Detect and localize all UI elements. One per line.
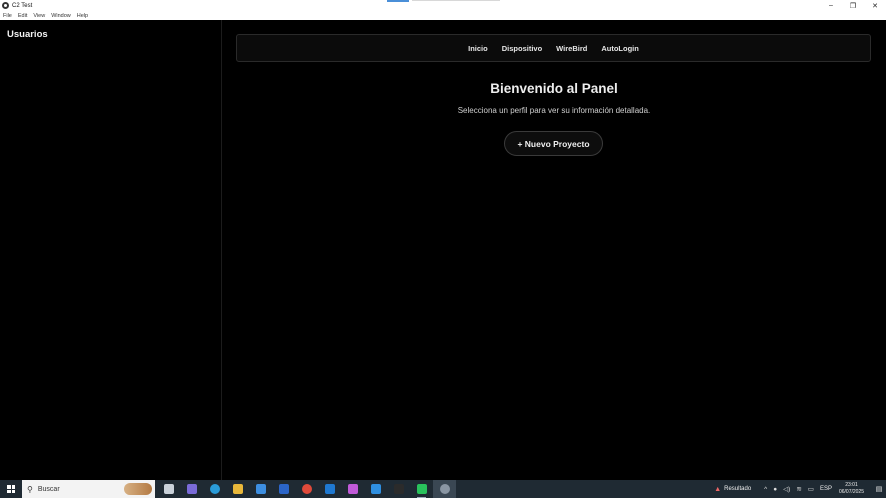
taskbar-apps	[157, 480, 456, 498]
close-button[interactable]: ✕	[864, 0, 886, 11]
nav-dispositivo[interactable]: Dispositivo	[502, 44, 542, 53]
word-icon	[278, 484, 289, 494]
start-button[interactable]	[0, 480, 22, 498]
terminal-icon	[393, 484, 404, 494]
taskbar-app[interactable]	[364, 480, 387, 498]
window-controls: – ❐ ✕	[820, 0, 886, 11]
notification-icon[interactable]: ▤	[872, 480, 886, 498]
chrome-icon	[301, 484, 312, 494]
whatsapp-icon	[416, 484, 427, 494]
restore-button[interactable]: ❐	[842, 0, 864, 11]
sidebar-title: Usuarios	[7, 29, 48, 40]
main-panel: Inicio Dispositivo WireBird AutoLogin Bi…	[222, 20, 886, 480]
title-highlight	[387, 0, 409, 2]
store-icon	[255, 484, 266, 494]
new-project-button[interactable]: + Nuevo Proyecto	[504, 131, 603, 156]
taskbar-search[interactable]: ⚲ Buscar	[22, 480, 155, 498]
taskbar-app[interactable]	[157, 480, 180, 498]
taskbar-app[interactable]	[341, 480, 364, 498]
menu-window[interactable]: Window	[51, 13, 71, 19]
minimize-button[interactable]: –	[820, 0, 842, 11]
page-subtitle: Selecciona un perfil para ver su informa…	[457, 106, 651, 115]
clock[interactable]: 23:01 06/07/2025	[839, 482, 864, 496]
system-tray: ▲ Resultado ^ ● ◁) ≋ ▭ ESP 23:01 06/07/2…	[714, 480, 886, 498]
title-divider	[412, 0, 500, 1]
vscode-icon	[370, 484, 381, 494]
taskbar-app[interactable]	[387, 480, 410, 498]
windows-icon	[7, 485, 15, 493]
volume-icon[interactable]: ◁)	[783, 485, 790, 493]
search-placeholder: Buscar	[37, 485, 60, 493]
taskbar-app[interactable]	[226, 480, 249, 498]
menu-bar: File Edit View Window Help	[0, 11, 886, 20]
taskbar-app[interactable]	[180, 480, 203, 498]
wifi-icon[interactable]: ≋	[796, 485, 801, 493]
menu-file[interactable]: File	[3, 13, 12, 19]
task-view-icon	[163, 484, 174, 494]
edge-icon	[209, 484, 220, 494]
menu-view[interactable]: View	[33, 13, 45, 19]
nav-inicio[interactable]: Inicio	[468, 44, 488, 53]
search-highlight-image	[124, 483, 152, 495]
language-indicator[interactable]: ESP	[820, 486, 832, 492]
menu-edit[interactable]: Edit	[18, 13, 27, 19]
menu-help[interactable]: Help	[77, 13, 88, 19]
top-navbar: Inicio Dispositivo WireBird AutoLogin	[236, 34, 871, 62]
nav-autologin[interactable]: AutoLogin	[601, 44, 639, 53]
app-logo-icon	[2, 2, 9, 9]
window-title: C2 Test	[12, 2, 33, 9]
keyboard-icon[interactable]: ▭	[808, 485, 814, 493]
weather-widget[interactable]: ▲ Resultado	[714, 486, 751, 493]
clock-date: 06/07/2025	[838, 489, 864, 495]
taskbar-app[interactable]	[295, 480, 318, 498]
nav-wirebird[interactable]: WireBird	[556, 44, 587, 53]
taskbar-app[interactable]	[249, 480, 272, 498]
taskbar-app[interactable]	[203, 480, 226, 498]
clock-time: 23:01	[845, 482, 858, 488]
weather-icon: ▲	[714, 485, 722, 493]
taskbar-app[interactable]	[318, 480, 341, 498]
electron-app-icon	[439, 484, 450, 494]
outlook-icon	[324, 484, 335, 494]
search-icon: ⚲	[27, 484, 33, 494]
taskbar: ⚲ Buscar ▲ Resultado ^ ● ◁) ≋ ▭ ESP 23:0…	[0, 480, 886, 498]
title-bar: C2 Test – ❐ ✕	[0, 0, 886, 11]
weather-label: Resultado	[724, 486, 752, 492]
chevron-up-icon[interactable]: ^	[764, 486, 767, 493]
page-title: Bienvenido al Panel	[490, 81, 618, 96]
users-sidebar: Usuarios	[0, 20, 222, 480]
app-icon	[347, 484, 358, 494]
taskbar-app[interactable]	[410, 480, 433, 498]
file-explorer-icon	[232, 484, 243, 494]
taskbar-app[interactable]	[433, 480, 456, 498]
copilot-icon	[186, 484, 197, 494]
taskbar-app[interactable]	[272, 480, 295, 498]
microphone-icon[interactable]: ●	[773, 486, 777, 493]
